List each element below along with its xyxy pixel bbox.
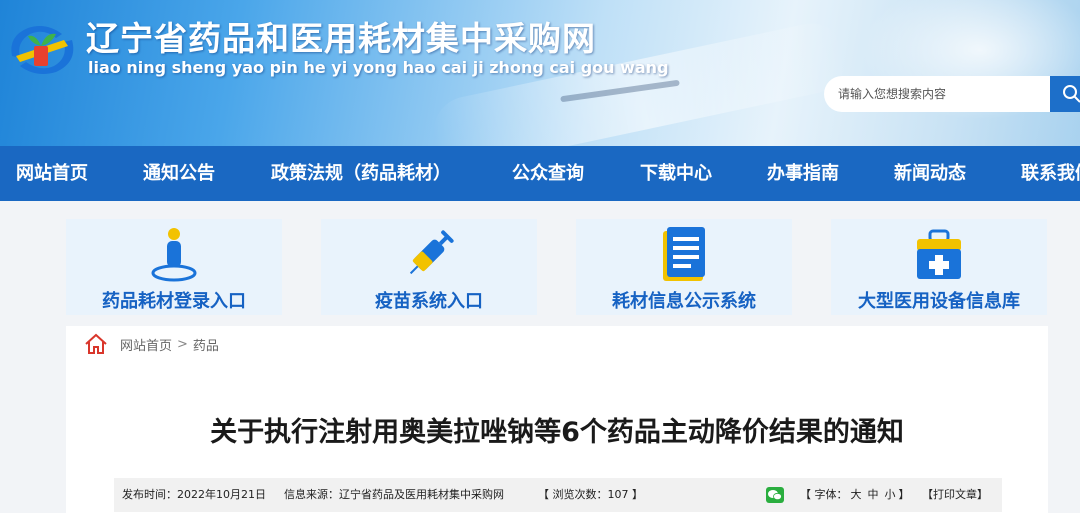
card-label: 疫苗系统入口 bbox=[375, 291, 483, 312]
site-title: 辽宁省药品和医用耗材集中采购网 bbox=[86, 19, 596, 58]
print-article-button[interactable]: 【打印文章】 bbox=[922, 478, 988, 512]
publish-time: 发布时间：2022年10月21日 bbox=[122, 488, 266, 501]
nav-item-home[interactable]: 网站首页 bbox=[16, 146, 88, 201]
article-title: 关于执行注射用奥美拉唑钠等6个药品主动降价结果的通知 bbox=[210, 417, 904, 448]
article-meta-bar: 发布时间：2022年10月21日 信息来源：辽宁省药品及医用耗材集中采购网 【 … bbox=[114, 478, 1002, 512]
search-input[interactable] bbox=[824, 76, 1050, 112]
breadcrumb-home-link[interactable]: 网站首页 bbox=[120, 335, 172, 354]
card-label: 药品耗材登录入口 bbox=[102, 291, 246, 312]
page: 辽宁省药品和医用耗材集中采购网 liao ning sheng yao pin … bbox=[0, 0, 1080, 513]
nav-item-policies[interactable]: 政策法规（药品耗材） bbox=[271, 146, 451, 201]
site-header: 辽宁省药品和医用耗材集中采购网 liao ning sheng yao pin … bbox=[0, 0, 1080, 146]
view-count-value: 浏览次数：107 bbox=[552, 488, 629, 501]
breadcrumb-separator: > bbox=[177, 336, 188, 352]
document-icon bbox=[663, 227, 705, 281]
home-icon[interactable] bbox=[84, 333, 108, 355]
card-medical-equipment-db[interactable]: 大型医用设备信息库 bbox=[831, 219, 1047, 315]
medical-kit-icon bbox=[917, 229, 961, 279]
nav-item-downloads[interactable]: 下载中心 bbox=[640, 146, 712, 201]
person-icon bbox=[151, 228, 197, 282]
view-count: 【 浏览次数：107 】 bbox=[538, 478, 643, 512]
site-logo-icon[interactable] bbox=[6, 16, 78, 80]
view-count-close: 】 bbox=[632, 488, 643, 501]
card-label: 大型医用设备信息库 bbox=[858, 291, 1020, 312]
syringe-icon bbox=[409, 230, 454, 275]
breadcrumb: 网站首页 > 药品 bbox=[84, 332, 219, 356]
card-drug-consumables-login[interactable]: 药品耗材登录入口 bbox=[66, 219, 282, 315]
nav-item-news[interactable]: 新闻动态 bbox=[894, 146, 966, 201]
wechat-share-icon[interactable] bbox=[766, 487, 784, 503]
font-size-label: 【 字体： bbox=[800, 488, 848, 501]
main-nav: 网站首页 通知公告 政策法规（药品耗材） 公众查询 下载中心 办事指南 新闻动态… bbox=[0, 146, 1080, 201]
search-icon bbox=[1063, 85, 1080, 103]
card-label: 耗材信息公示系统 bbox=[612, 291, 756, 312]
font-size-control: 【 字体：大中小】 bbox=[800, 478, 910, 512]
search-button[interactable] bbox=[1050, 76, 1080, 112]
nav-item-guide[interactable]: 办事指南 bbox=[767, 146, 839, 201]
nav-item-public-query[interactable]: 公众查询 bbox=[512, 146, 584, 201]
info-source: 信息来源：辽宁省药品及医用耗材集中采购网 bbox=[284, 488, 504, 501]
font-size-large[interactable]: 大 bbox=[851, 488, 862, 501]
font-size-medium[interactable]: 中 bbox=[868, 488, 879, 501]
nav-item-contact[interactable]: 联系我们 bbox=[1021, 146, 1080, 201]
card-consumables-info[interactable]: 耗材信息公示系统 bbox=[576, 219, 792, 315]
site-subtitle: liao ning sheng yao pin he yi yong hao c… bbox=[88, 58, 669, 77]
font-size-close: 】 bbox=[898, 488, 910, 501]
card-vaccine-system[interactable]: 疫苗系统入口 bbox=[321, 219, 537, 315]
font-size-small[interactable]: 小 bbox=[885, 488, 896, 501]
nav-item-notices[interactable]: 通知公告 bbox=[143, 146, 215, 201]
breadcrumb-current-link[interactable]: 药品 bbox=[193, 335, 219, 354]
view-count-open: 【 bbox=[538, 488, 549, 501]
article-panel: 网站首页 > 药品 关于执行注射用奥美拉唑钠等6个药品主动降价结果的通知 发布时… bbox=[66, 326, 1048, 513]
